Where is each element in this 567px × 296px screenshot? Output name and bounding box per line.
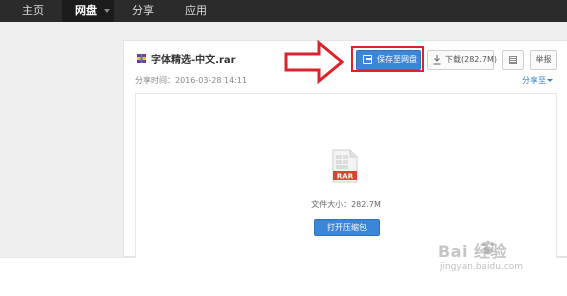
rar-type-label: RAR [337,173,354,181]
report-button[interactable]: 举报 [530,50,557,70]
nav-home[interactable]: 主页 [22,0,44,22]
rar-document-icon: RAR [332,149,358,183]
file-size: 文件大小：282.7M [311,200,381,209]
file-name: 字体精选-中文.rar [151,55,236,66]
watermark-brand: Bai 经验 [438,242,508,261]
baidu-jingyan-watermark: Bai 经验 jingyan.baidu.com [438,238,558,288]
red-highlight-box [351,46,424,72]
qr-code-button[interactable] [502,50,524,70]
nav-share[interactable]: 分享 [132,0,154,22]
paw-icon [482,240,494,255]
watermark-url: jingyan.baidu.com [440,262,524,272]
chevron-down-icon [547,79,553,82]
share-to-link[interactable]: 分享至 [522,75,553,86]
chevron-down-icon[interactable] [104,9,110,13]
download-button[interactable]: 下载(282.7M) [427,50,498,70]
download-button-label: 下载(282.7M) [445,55,498,64]
download-icon [433,55,441,65]
file-preview-area: RAR 文件大小：282.7M 打开压缩包 [135,93,557,258]
top-nav-bar: 主页 网盘 分享 应用 [0,0,567,22]
file-share-card: 字体精选-中文.rar 分享时间：2016-03-28 14:11 分享至 保存… [123,40,567,258]
qr-code-icon [509,56,517,64]
share-to-label: 分享至 [522,76,546,85]
open-archive-button[interactable]: 打开压缩包 [314,219,380,236]
nav-apps[interactable]: 应用 [185,0,207,22]
share-time: 分享时间：2016-03-28 14:11 [135,76,248,85]
rar-file-icon [137,54,146,63]
red-arrow-annotation [284,40,345,84]
